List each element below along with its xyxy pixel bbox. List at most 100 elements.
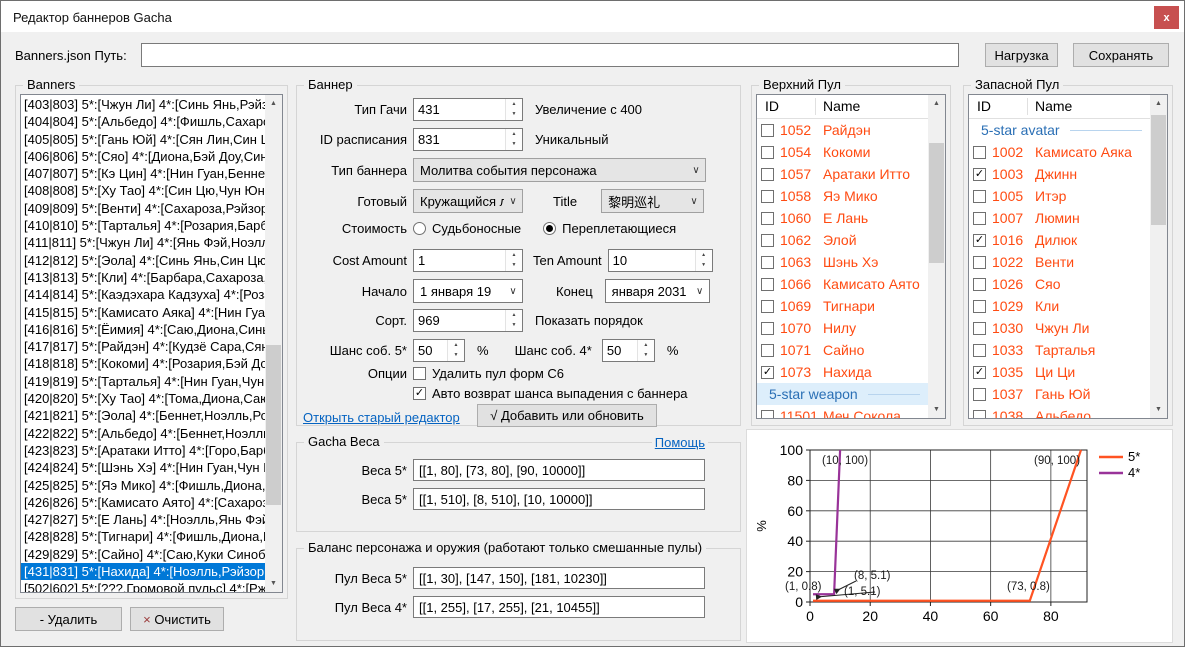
pool-row-checkbox[interactable] xyxy=(761,300,774,313)
banner-list-item[interactable]: [405|805] 5*:[Гань Юй] 4*:[Сян Лин,Син Ц xyxy=(21,131,265,148)
pool-row-checkbox[interactable] xyxy=(973,388,986,401)
path-input[interactable] xyxy=(141,43,959,67)
open-old-editor-link[interactable]: Открыть старый редактор xyxy=(303,410,460,425)
remove-pool-checkbox[interactable] xyxy=(413,367,426,380)
pool-row[interactable]: 1002Камисато Аяка xyxy=(969,141,1150,163)
pool-row-checkbox[interactable] xyxy=(973,190,986,203)
banner-type-select[interactable]: Молитва события персонажа ∨ xyxy=(413,158,706,182)
pool-row-checkbox[interactable] xyxy=(761,124,774,137)
banner-list-item[interactable]: [428|828] 5*:[Тигнари] 4*:[Фишль,Диона,К xyxy=(21,528,265,545)
pool-row-checkbox[interactable] xyxy=(761,322,774,335)
pool-row[interactable]: 1052Райдэн xyxy=(757,119,928,141)
load-button[interactable]: Нагрузка xyxy=(985,43,1058,67)
pool-row-checkbox[interactable] xyxy=(973,322,986,335)
banner-list-item[interactable]: [422|822] 5*:[Альбедо] 4*:[Беннет,Ноэлль… xyxy=(21,425,265,442)
pool-row[interactable]: 1037Гань Юй xyxy=(969,383,1150,405)
spin-down-icon[interactable]: ▼ xyxy=(448,351,464,362)
banner-list-item[interactable]: [408|808] 5*:[Ху Тао] 4*:[Син Цю,Чун Юнь xyxy=(21,182,265,199)
pool-row[interactable]: 1057Аратаки Итто xyxy=(757,163,928,185)
chance4-spinner[interactable]: 50 ▲▼ xyxy=(602,339,655,362)
pool-row-checkbox[interactable]: ✓ xyxy=(973,168,986,181)
pool-row-checkbox[interactable] xyxy=(973,344,986,357)
pool-row[interactable]: 1060Е Лань xyxy=(757,207,928,229)
delete-banner-button[interactable]: - Удалить xyxy=(15,607,122,631)
cost-radio-fate[interactable] xyxy=(413,222,426,235)
pool-row-checkbox[interactable] xyxy=(973,410,986,419)
spin-up-icon[interactable]: ▲ xyxy=(506,99,522,110)
pool-row[interactable]: ✓1073Нахида xyxy=(757,361,928,383)
pool-row-checkbox[interactable] xyxy=(761,146,774,159)
scroll-down-icon[interactable]: ▼ xyxy=(265,575,282,592)
banners-listbox[interactable]: [403|803] 5*:[Чжун Ли] 4*:[Синь Янь,Рэйз… xyxy=(20,94,283,593)
banner-list-item[interactable]: [416|816] 5*:[Ёимия] 4*:[Саю,Диона,Синь xyxy=(21,321,265,338)
pool-row-checkbox[interactable] xyxy=(761,190,774,203)
banner-list-item[interactable]: [427|827] 5*:[Е Лань] 4*:[Ноэлль,Янь Фэй… xyxy=(21,511,265,528)
pool-row[interactable]: 1070Нилу xyxy=(757,317,928,339)
pool-row-checkbox[interactable] xyxy=(761,410,774,419)
pool-row[interactable]: 1063Шэнь Хэ xyxy=(757,251,928,273)
weights4-input[interactable] xyxy=(413,488,705,510)
banner-list-item[interactable]: [412|812] 5*:[Эола] 4*:[Синь Янь,Син Цю, xyxy=(21,252,265,269)
pool-row[interactable]: 1005Итэр xyxy=(969,185,1150,207)
upper-pool-scrollbar[interactable]: ▲ ▼ xyxy=(928,95,945,418)
close-button[interactable]: x xyxy=(1154,6,1179,29)
banner-list-item[interactable]: [406|806] 5*:[Сяо] 4*:[Диона,Бэй Доу,Син xyxy=(21,148,265,165)
pool-row-checkbox[interactable] xyxy=(761,234,774,247)
weights5-input[interactable] xyxy=(413,459,705,481)
banner-list-item[interactable]: [407|807] 5*:[Кэ Цин] 4*:[Нин Гуан,Бенне… xyxy=(21,165,265,182)
scroll-up-icon[interactable]: ▲ xyxy=(265,95,282,112)
banner-list-item[interactable]: [409|809] 5*:[Венти] 4*:[Сахароза,Рэйзор… xyxy=(21,200,265,217)
banner-list-item[interactable]: [403|803] 5*:[Чжун Ли] 4*:[Синь Янь,Рэйз… xyxy=(21,96,265,113)
scroll-thumb[interactable] xyxy=(929,143,944,263)
cost-amount-spinner[interactable]: 1 ▲▼ xyxy=(413,249,523,272)
pool-row[interactable]: 1069Тигнари xyxy=(757,295,928,317)
cost-radio-intertwined[interactable] xyxy=(543,222,556,235)
pool-row[interactable]: 11501Меч Сокола xyxy=(757,405,928,418)
banner-list-item[interactable]: [413|813] 5*:[Кли] 4*:[Барбара,Сахароза,… xyxy=(21,269,265,286)
spin-up-icon[interactable]: ▲ xyxy=(696,250,712,261)
pool-row[interactable]: 1058Яэ Мико xyxy=(757,185,928,207)
sort-spinner[interactable]: 969 ▲▼ xyxy=(413,309,523,332)
pool-weights4-input[interactable] xyxy=(413,596,705,618)
spin-down-icon[interactable]: ▼ xyxy=(696,261,712,272)
chance5-spinner[interactable]: 50 ▲▼ xyxy=(413,339,465,362)
pool-row[interactable]: 1054Кокоми xyxy=(757,141,928,163)
banner-list-item[interactable]: [417|817] 5*:[Райдэн] 4*:[Кудзё Сара,Сян xyxy=(21,338,265,355)
pool-row-checkbox[interactable] xyxy=(761,212,774,225)
banner-list-item[interactable]: [414|814] 5*:[Каэдэхара Кадзуха] 4*:[Роз… xyxy=(21,286,265,303)
banner-list-item[interactable]: [421|821] 5*:[Эола] 4*:[Беннет,Ноэлль,Ро… xyxy=(21,407,265,424)
pool-row[interactable]: 1033Тарталья xyxy=(969,339,1150,361)
pool-row-checkbox[interactable] xyxy=(973,256,986,269)
prefab-select[interactable]: Кружащийся л ∨ xyxy=(413,189,523,213)
spin-down-icon[interactable]: ▼ xyxy=(506,140,522,151)
spin-up-icon[interactable]: ▲ xyxy=(448,340,464,351)
banner-list-item[interactable]: [429|829] 5*:[Сайно] 4*:[Саю,Куки Синобу xyxy=(21,546,265,563)
pool-row[interactable]: 1066Камисато Аято xyxy=(757,273,928,295)
pool-row[interactable]: 1062Элой xyxy=(757,229,928,251)
help-link[interactable]: Помощь xyxy=(652,435,708,450)
scroll-down-icon[interactable]: ▼ xyxy=(1150,401,1167,418)
spin-up-icon[interactable]: ▲ xyxy=(506,250,522,261)
banner-list-item[interactable]: [423|823] 5*:[Аратаки Итто] 4*:[Горо,Бар… xyxy=(21,442,265,459)
pool-row-checkbox[interactable] xyxy=(761,344,774,357)
name-column-header[interactable]: Name xyxy=(1035,98,1072,114)
spin-down-icon[interactable]: ▼ xyxy=(506,261,522,272)
title-select[interactable]: 黎明巡礼 ∨ xyxy=(601,189,704,213)
pool-row-checkbox[interactable]: ✓ xyxy=(973,366,986,379)
banner-list-item[interactable]: [410|810] 5*:[Тарталья] 4*:[Розария,Барб… xyxy=(21,217,265,234)
spin-up-icon[interactable]: ▲ xyxy=(506,129,522,140)
scroll-thumb[interactable] xyxy=(1151,115,1166,225)
pool-row[interactable]: 1026Сяо xyxy=(969,273,1150,295)
pool-row[interactable]: 1071Сайно xyxy=(757,339,928,361)
scroll-down-icon[interactable]: ▼ xyxy=(928,401,945,418)
pool-row-checkbox[interactable] xyxy=(761,168,774,181)
schedule-id-spinner[interactable]: 831 ▲▼ xyxy=(413,128,523,151)
spin-up-icon[interactable]: ▲ xyxy=(506,310,522,321)
pool-row[interactable]: 1038Альбедо xyxy=(969,405,1150,418)
spin-down-icon[interactable]: ▼ xyxy=(638,351,654,362)
pool-row[interactable]: ✓1035Ци Ци xyxy=(969,361,1150,383)
banner-list-item[interactable]: [425|825] 5*:[Яэ Мико] 4*:[Фишль,Диона, xyxy=(21,477,265,494)
pool-row[interactable]: 1007Люмин xyxy=(969,207,1150,229)
id-column-header[interactable]: ID xyxy=(765,98,779,114)
pool-row-checkbox[interactable] xyxy=(973,146,986,159)
